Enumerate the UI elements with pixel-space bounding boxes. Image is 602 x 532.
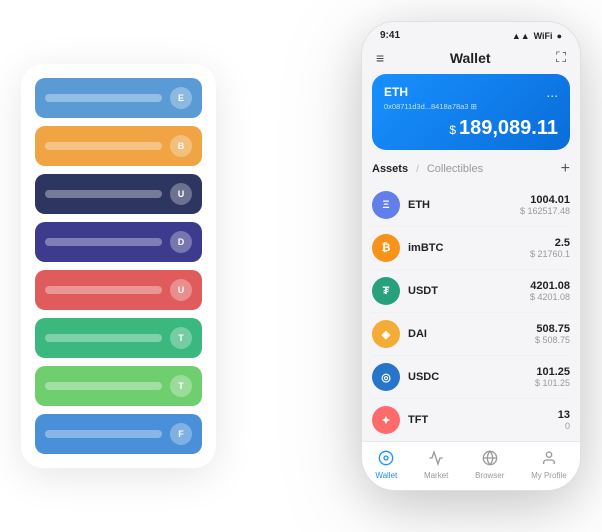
wallet-title: Wallet <box>450 50 491 66</box>
status-icons: ▲▲ WiFi ● <box>512 31 562 41</box>
card-item[interactable]: U <box>35 270 202 310</box>
asset-amount-usd: $ 21760.1 <box>530 249 570 259</box>
asset-amount-main: 1004.01 <box>520 194 570 206</box>
status-bar: 9:41 ▲▲ WiFi ● <box>362 22 580 45</box>
nav-icon-my-profile <box>541 450 557 469</box>
menu-icon[interactable]: ≡ <box>376 50 384 66</box>
asset-name: imBTC <box>408 242 530 254</box>
tab-collectibles[interactable]: Collectibles <box>427 163 483 175</box>
asset-amounts: 2.5$ 21760.1 <box>530 237 570 259</box>
card-label-line <box>45 334 162 342</box>
nav-item-wallet[interactable]: Wallet <box>375 450 397 480</box>
asset-row[interactable]: ◎ USDC101.25$ 101.25 <box>372 356 570 399</box>
asset-icon: ₮ <box>372 277 400 305</box>
phone: 9:41 ▲▲ WiFi ● ≡ Wallet ⛶ ETH ... 0x0871 <box>361 21 581 491</box>
asset-name: ETH <box>408 199 520 211</box>
eth-amount: $189,089.11 <box>384 117 558 140</box>
asset-name: TFT <box>408 414 558 426</box>
card-item[interactable]: F <box>35 414 202 454</box>
asset-name: USDC <box>408 371 535 383</box>
nav-label: Wallet <box>375 471 397 480</box>
tab-assets[interactable]: Assets <box>372 163 408 175</box>
bottom-nav: Wallet Market Browser My Profile <box>362 441 580 490</box>
asset-list: Ξ ETH1004.01$ 162517.48 ₿ imBTC2.5$ 21760.1… <box>372 184 570 441</box>
card-label-line <box>45 142 162 150</box>
asset-amounts: 508.75$ 508.75 <box>535 323 570 345</box>
asset-amounts: 4201.08$ 4201.08 <box>530 280 570 302</box>
card-label-line <box>45 382 162 390</box>
nav-item-my-profile[interactable]: My Profile <box>531 450 567 480</box>
card-icon: D <box>170 231 192 253</box>
add-asset-button[interactable]: + <box>561 160 570 178</box>
nav-label: Browser <box>475 471 504 480</box>
asset-name: DAI <box>408 328 535 340</box>
card-label-line <box>45 238 162 246</box>
card-label-line <box>45 190 162 198</box>
expand-icon[interactable]: ⛶ <box>556 49 566 66</box>
asset-row[interactable]: ✦ TFT130 <box>372 399 570 441</box>
asset-amount-usd: 0 <box>558 421 570 431</box>
nav-item-browser[interactable]: Browser <box>475 450 504 480</box>
card-item[interactable]: E <box>35 78 202 118</box>
card-item[interactable]: T <box>35 366 202 406</box>
asset-amount-main: 101.25 <box>535 366 570 378</box>
asset-row[interactable]: ◈ DAI508.75$ 508.75 <box>372 313 570 356</box>
asset-icon: ✦ <box>372 406 400 434</box>
phone-content: ETH ... 0x08711d3d...8418a78a3 ⊞ $189,08… <box>362 74 580 441</box>
asset-amount-usd: $ 4201.08 <box>530 292 570 302</box>
asset-name: USDT <box>408 285 530 297</box>
asset-icon: ◎ <box>372 363 400 391</box>
asset-amounts: 1004.01$ 162517.48 <box>520 194 570 216</box>
card-icon: B <box>170 135 192 157</box>
card-icon: F <box>170 423 192 445</box>
nav-label: Market <box>424 471 448 480</box>
asset-amount-usd: $ 162517.48 <box>520 206 570 216</box>
asset-amounts: 101.25$ 101.25 <box>535 366 570 388</box>
card-item[interactable]: B <box>35 126 202 166</box>
asset-amount-main: 13 <box>558 409 570 421</box>
card-item[interactable]: U <box>35 174 202 214</box>
asset-amount-main: 4201.08 <box>530 280 570 292</box>
asset-amount-usd: $ 508.75 <box>535 335 570 345</box>
assets-tabs: Assets / Collectibles <box>372 163 483 175</box>
eth-dots-menu[interactable]: ... <box>546 84 558 100</box>
asset-icon: ◈ <box>372 320 400 348</box>
asset-icon: Ξ <box>372 191 400 219</box>
card-icon: U <box>170 279 192 301</box>
asset-amount-main: 2.5 <box>530 237 570 249</box>
card-label-line <box>45 94 162 102</box>
asset-icon: ₿ <box>372 234 400 262</box>
asset-row[interactable]: ₿ imBTC2.5$ 21760.1 <box>372 227 570 270</box>
asset-amount-usd: $ 101.25 <box>535 378 570 388</box>
card-icon: T <box>170 327 192 349</box>
nav-icon-wallet <box>378 450 394 469</box>
card-icon: E <box>170 87 192 109</box>
status-time: 9:41 <box>380 30 400 41</box>
nav-label: My Profile <box>531 471 567 480</box>
phone-header: ≡ Wallet ⛶ <box>362 45 580 74</box>
nav-icon-market <box>428 450 444 469</box>
nav-icon-browser <box>482 450 498 469</box>
asset-row[interactable]: ₮ USDT4201.08$ 4201.08 <box>372 270 570 313</box>
card-icon: U <box>170 183 192 205</box>
eth-address: 0x08711d3d...8418a78a3 ⊞ <box>384 102 558 111</box>
eth-card[interactable]: ETH ... 0x08711d3d...8418a78a3 ⊞ $189,08… <box>372 74 570 150</box>
asset-row[interactable]: Ξ ETH1004.01$ 162517.48 <box>372 184 570 227</box>
card-label-line <box>45 286 162 294</box>
card-item[interactable]: D <box>35 222 202 262</box>
asset-amount-main: 508.75 <box>535 323 570 335</box>
card-stack: E B U D U T T F <box>21 64 216 468</box>
scene: E B U D U T T F 9:41 ▲▲ WiFi ● ≡ Wallet ⛶ ETH .… <box>21 21 581 511</box>
card-icon: T <box>170 375 192 397</box>
asset-amounts: 130 <box>558 409 570 431</box>
nav-item-market[interactable]: Market <box>424 450 448 480</box>
card-label-line <box>45 430 162 438</box>
eth-ticker: ETH <box>384 85 408 99</box>
card-item[interactable]: T <box>35 318 202 358</box>
eth-card-header: ETH ... <box>384 84 558 100</box>
assets-header: Assets / Collectibles + <box>372 160 570 178</box>
